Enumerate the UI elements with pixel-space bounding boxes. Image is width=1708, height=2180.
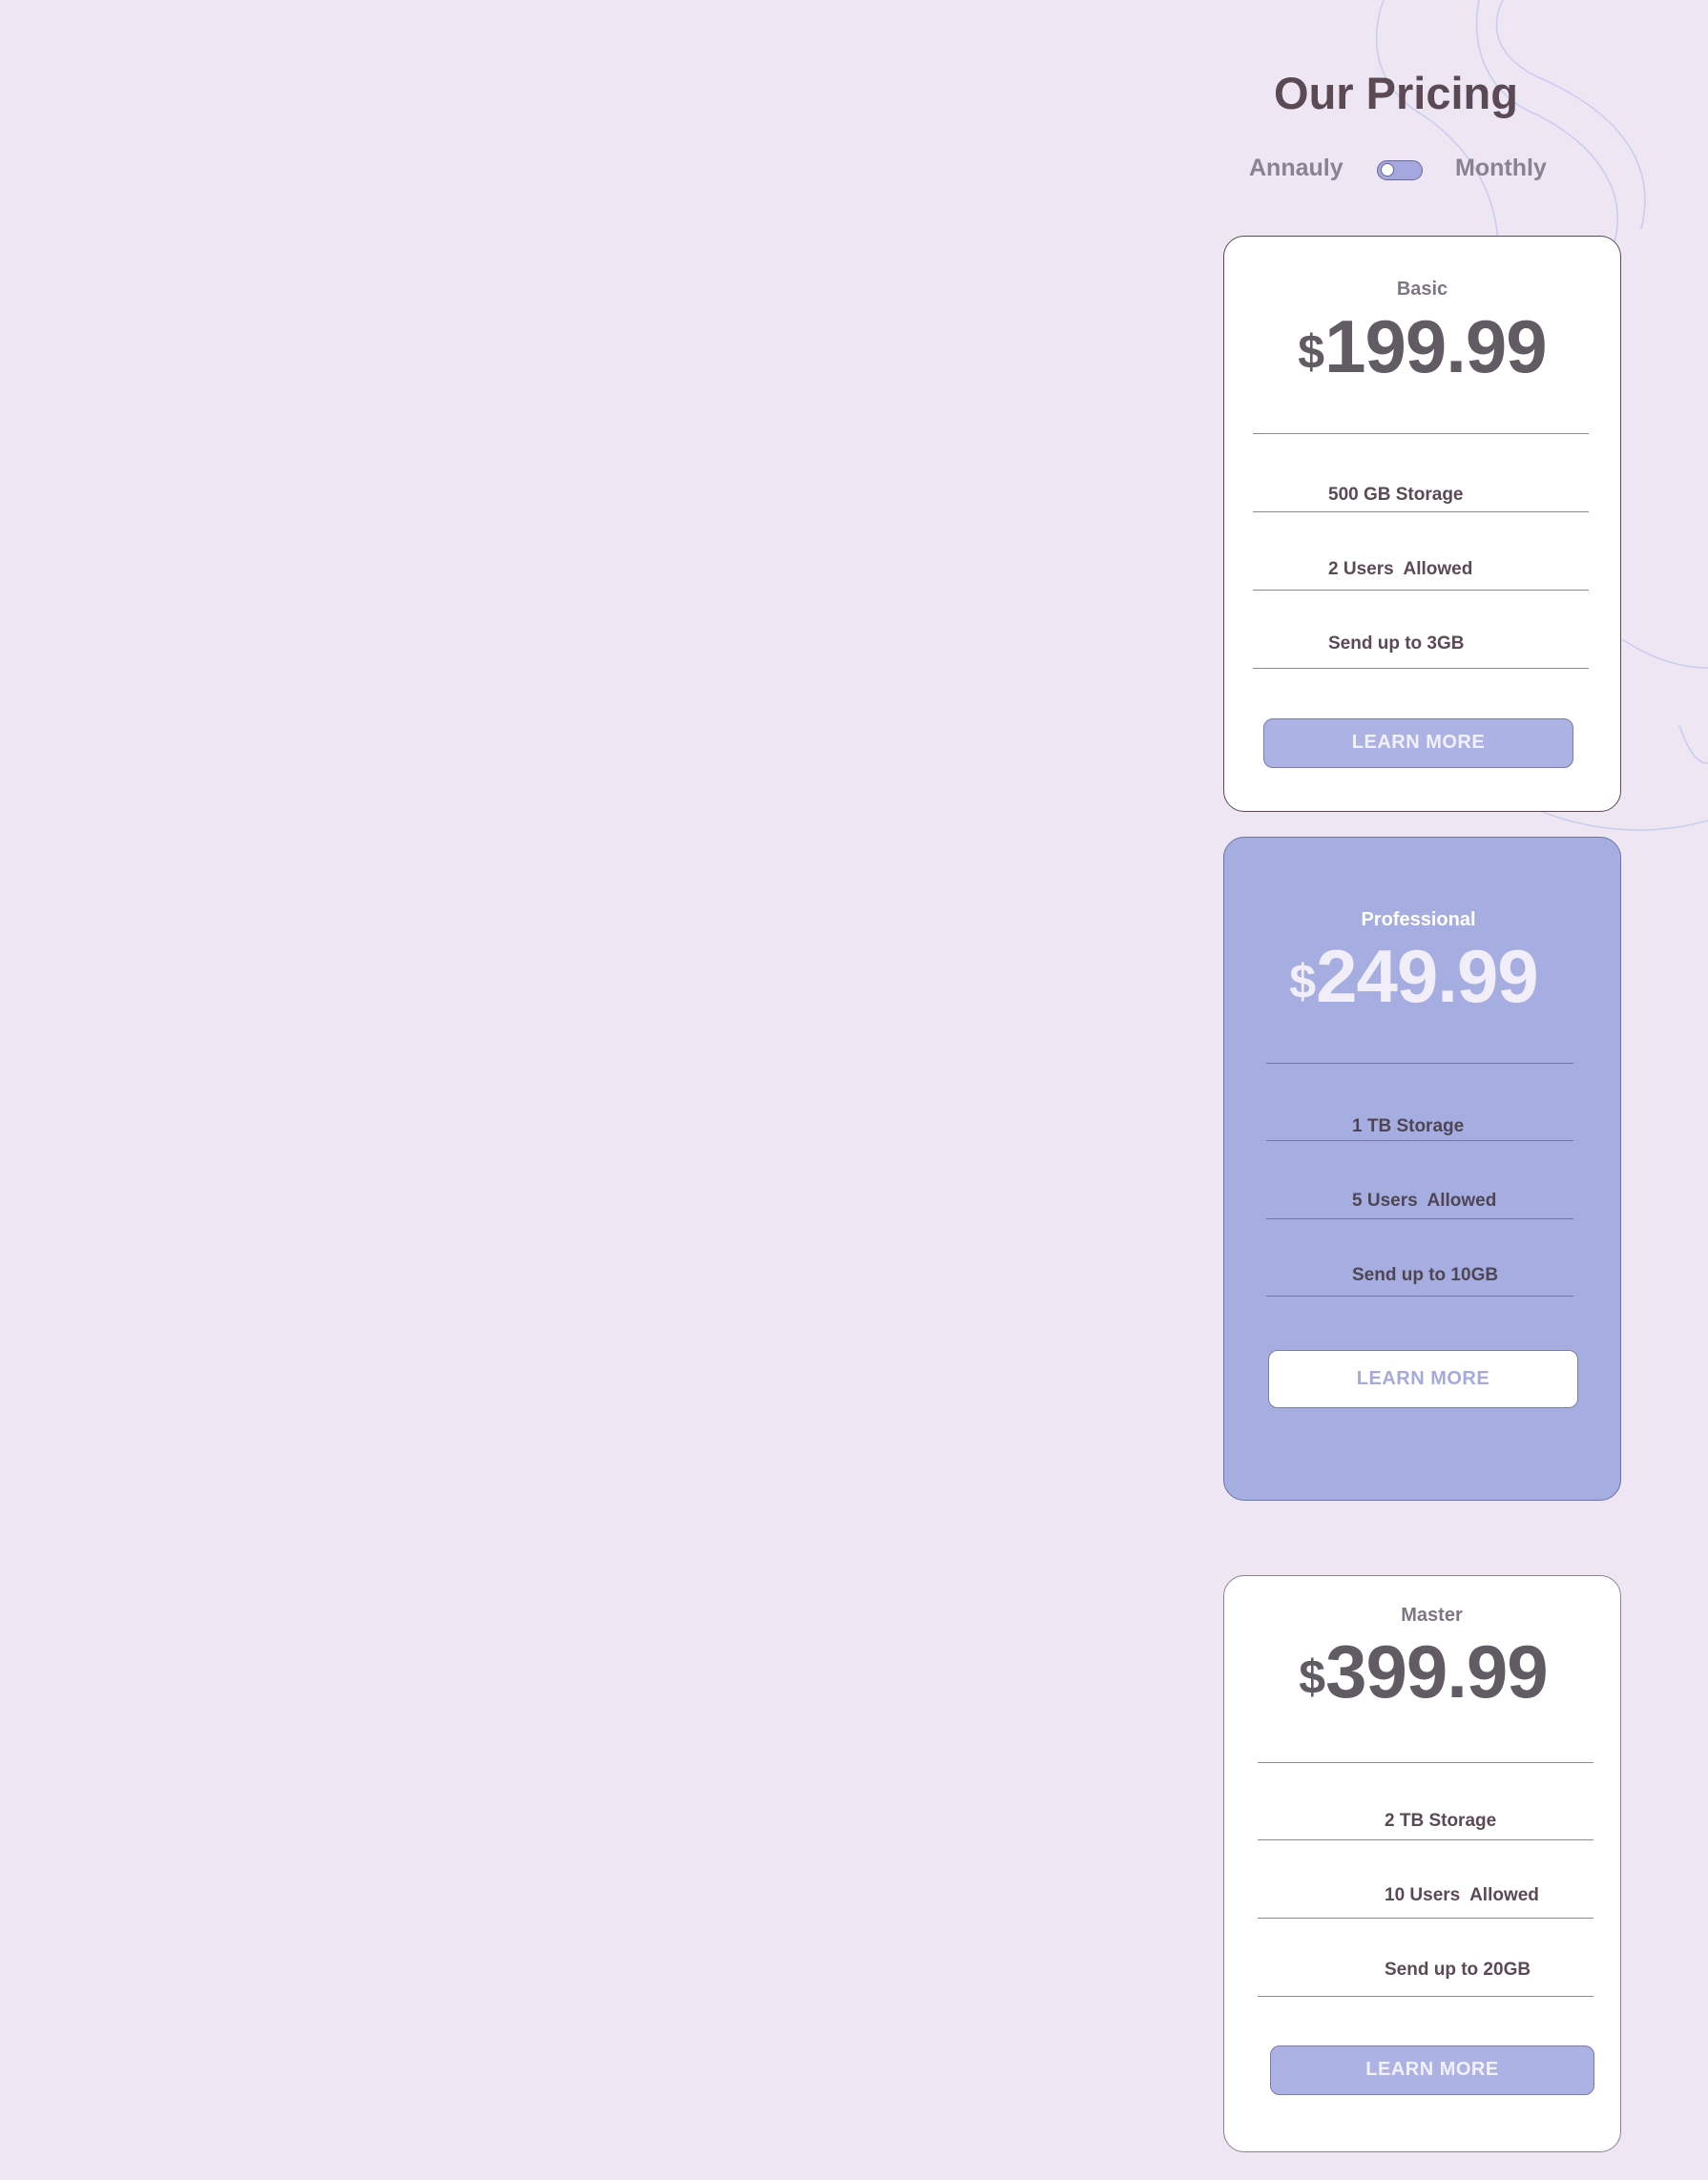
currency-symbol: $ bbox=[1299, 1651, 1326, 1704]
divider bbox=[1253, 590, 1589, 591]
feature-storage: 500 GB Storage bbox=[1328, 485, 1464, 505]
divider bbox=[1253, 511, 1589, 512]
currency-symbol: $ bbox=[1289, 955, 1317, 1008]
page-title: Our Pricing bbox=[1274, 68, 1518, 118]
feature-storage: 1 TB Storage bbox=[1352, 1116, 1465, 1136]
switch-knob bbox=[1381, 163, 1394, 176]
billing-switch[interactable] bbox=[1377, 160, 1423, 180]
plan-name: Professional bbox=[1361, 909, 1476, 930]
price-amount: 249.99 bbox=[1316, 934, 1539, 1018]
feature-users: 2 Users Allowed bbox=[1328, 559, 1473, 579]
price-amount: 199.99 bbox=[1324, 304, 1548, 388]
feature-users: 5 Users Allowed bbox=[1352, 1191, 1497, 1211]
divider bbox=[1253, 433, 1589, 434]
plan-price: $249.99 bbox=[1207, 933, 1620, 1020]
plan-price: $399.99 bbox=[1226, 1629, 1620, 1715]
divider bbox=[1266, 1218, 1573, 1219]
feature-transfer: Send up to 20GB bbox=[1385, 1960, 1531, 1980]
divider bbox=[1266, 1063, 1573, 1064]
divider bbox=[1253, 668, 1589, 669]
feature-transfer: Send up to 10GB bbox=[1352, 1265, 1499, 1285]
plan-card-basic: Basic $199.99 500 GB Storage 2 Users All… bbox=[1223, 236, 1621, 812]
annual-label[interactable]: Annauly bbox=[1249, 155, 1343, 182]
feature-storage: 2 TB Storage bbox=[1385, 1811, 1497, 1831]
learn-more-button[interactable]: LEARN MORE bbox=[1263, 718, 1573, 768]
plan-price: $199.99 bbox=[1224, 303, 1620, 390]
plan-name: Basic bbox=[1396, 279, 1448, 300]
plan-card-professional: Professional $249.99 1 TB Storage 5 User… bbox=[1223, 837, 1621, 1501]
feature-users: 10 Users Allowed bbox=[1385, 1885, 1539, 1905]
plan-card-master: Master $399.99 2 TB Storage 10 Users All… bbox=[1223, 1575, 1621, 2152]
divider bbox=[1266, 1140, 1573, 1141]
billing-toggle: Annauly Monthly bbox=[1240, 151, 1565, 189]
price-amount: 399.99 bbox=[1325, 1630, 1549, 1713]
divider bbox=[1258, 1762, 1593, 1763]
divider bbox=[1258, 1839, 1593, 1840]
divider bbox=[1258, 1996, 1593, 1997]
divider bbox=[1266, 1296, 1573, 1297]
divider bbox=[1258, 1918, 1593, 1919]
plan-name: Master bbox=[1401, 1605, 1463, 1626]
learn-more-button[interactable]: LEARN MORE bbox=[1268, 1350, 1578, 1408]
currency-symbol: $ bbox=[1298, 325, 1325, 379]
monthly-label[interactable]: Monthly bbox=[1455, 155, 1547, 182]
feature-transfer: Send up to 3GB bbox=[1328, 633, 1465, 654]
learn-more-button[interactable]: LEARN MORE bbox=[1270, 2045, 1594, 2095]
